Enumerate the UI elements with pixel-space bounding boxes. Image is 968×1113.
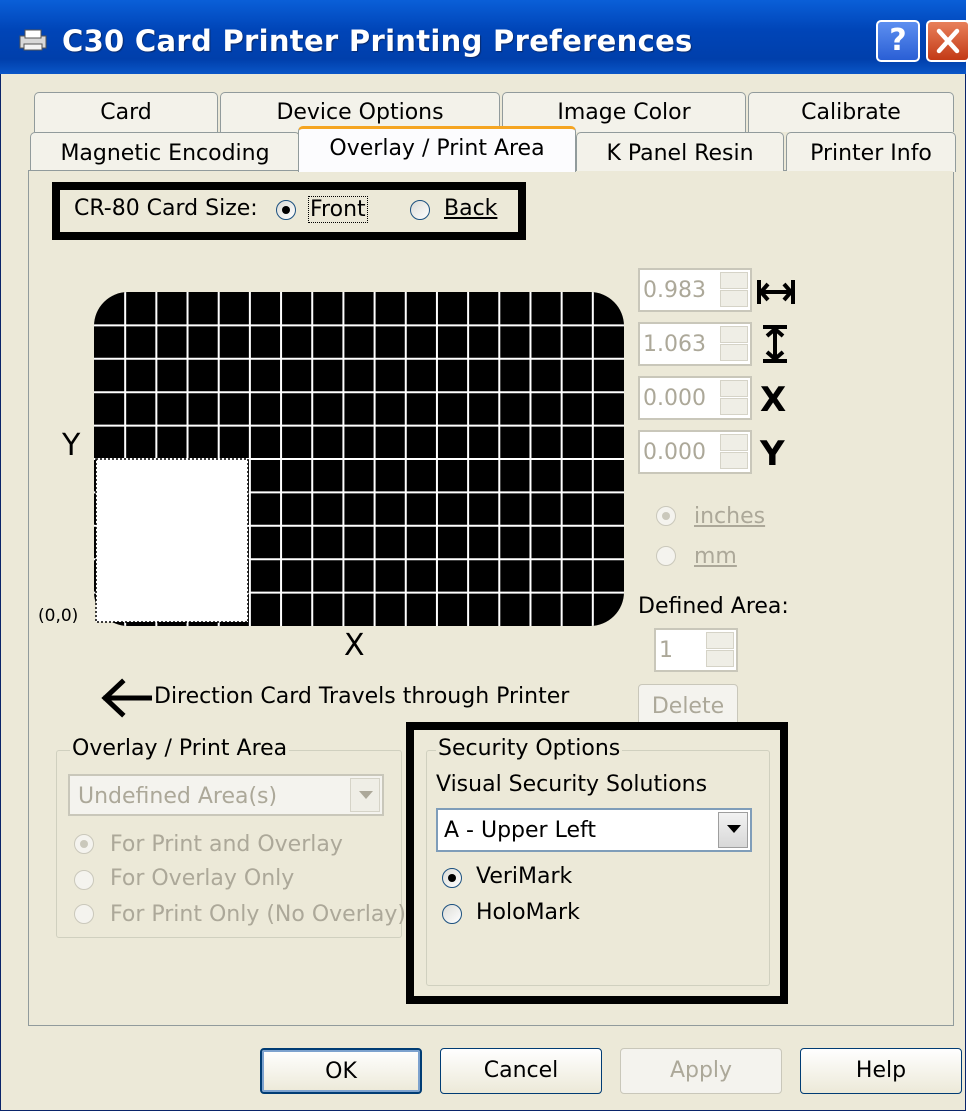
help-question-icon: ? [889,23,907,58]
width-spinner[interactable]: 0.983 [638,268,752,312]
horizontal-width-icon [757,280,795,304]
defined-area-up-arrow[interactable] [706,632,734,649]
y-spinner[interactable]: 0.000 [638,430,752,474]
front-label-text: Front [310,197,366,222]
security-group-legend: Security Options [436,736,623,761]
tab-card-label: Card [100,100,152,125]
tab-card[interactable]: Card [34,92,218,132]
inches-label[interactable]: inches [694,504,765,529]
x-up-arrow[interactable] [720,380,748,397]
y-value: 0.000 [643,440,706,465]
cancel-button[interactable]: Cancel [440,1048,602,1094]
x-down-arrow[interactable] [720,398,748,415]
chevron-down-icon[interactable] [718,812,748,848]
y-down-arrow[interactable] [720,452,748,469]
defined-area-down-arrow[interactable] [706,650,734,667]
x-coordinate-label: X [760,380,787,420]
holomark-label[interactable]: HoloMark [476,900,580,925]
y-up-arrow[interactable] [720,434,748,451]
width-down-arrow[interactable] [720,290,748,307]
tab-image-color-label: Image Color [557,100,691,125]
ok-button[interactable]: OK [260,1048,422,1094]
tab-device-options-label: Device Options [276,100,444,125]
tab-overlay-print-area[interactable]: Overlay / Print Area [298,126,576,172]
overlay-only-radio[interactable] [74,870,94,890]
height-down-arrow[interactable] [720,344,748,361]
title-help-button[interactable]: ? [876,20,920,62]
origin-label: (0,0) [38,606,79,626]
tab-k-panel-resin-label: K Panel Resin [606,141,754,166]
close-icon [936,28,960,54]
back-radio[interactable] [410,200,430,220]
direction-text: Direction Card Travels through Printer [154,684,570,709]
card-area-grid[interactable] [94,292,624,626]
width-value: 0.983 [643,278,706,303]
tab-magnetic-encoding-label: Magnetic Encoding [60,141,270,166]
front-radio-label[interactable]: Front [308,196,368,223]
cancel-button-label: Cancel [483,1058,559,1083]
tab-printer-info[interactable]: Printer Info [786,132,956,172]
security-position-combo[interactable]: A - Upper Left [436,808,752,852]
apply-button[interactable]: Apply [620,1048,782,1094]
defined-area-label: Defined Area: [638,594,789,619]
visual-security-label: Visual Security Solutions [436,772,708,797]
verimark-radio[interactable] [442,868,462,888]
chevron-down-icon[interactable] [350,778,380,812]
left-arrow-icon [101,678,152,718]
diagram-x-axis-label: X [344,628,365,663]
x-spinner[interactable]: 0.000 [638,376,752,420]
back-radio-label[interactable]: Back [444,196,497,221]
mm-radio[interactable] [656,546,676,566]
close-button[interactable] [926,20,968,62]
height-value: 1.063 [643,332,706,357]
print-only-radio[interactable] [74,904,94,924]
tab-calibrate-label: Calibrate [801,100,901,125]
width-up-arrow[interactable] [720,272,748,289]
verimark-label[interactable]: VeriMark [476,864,572,889]
overlay-area-combo[interactable]: Undefined Area(s) [68,774,384,816]
holomark-radio[interactable] [442,904,462,924]
overlay-area-combo-value: Undefined Area(s) [78,784,278,809]
window-title: C30 Card Printer Printing Preferences [62,24,693,58]
delete-button-label: Delete [651,694,725,719]
vertical-height-icon [763,325,787,363]
y-coordinate-label: Y [760,434,785,474]
tab-calibrate[interactable]: Calibrate [748,92,954,132]
defined-print-area[interactable] [95,458,249,623]
height-up-arrow[interactable] [720,326,748,343]
tab-overlay-print-area-label: Overlay / Print Area [329,136,545,161]
print-and-overlay-label[interactable]: For Print and Overlay [110,832,343,857]
card-size-label: CR-80 Card Size: [74,196,258,221]
overlay-only-label[interactable]: For Overlay Only [110,866,294,891]
help-button[interactable]: Help [800,1048,962,1094]
tab-k-panel-resin[interactable]: K Panel Resin [576,132,784,172]
ok-button-label: OK [325,1059,357,1084]
defined-area-spinner[interactable]: 1 [654,628,738,672]
front-radio[interactable] [276,200,296,220]
defined-area-value: 1 [659,638,673,663]
apply-button-label: Apply [669,1058,733,1083]
mm-label[interactable]: mm [694,544,737,569]
security-position-value: A - Upper Left [444,818,596,843]
help-button-label: Help [855,1058,907,1083]
x-value: 0.000 [643,386,706,411]
overlay-group-legend: Overlay / Print Area [70,736,290,761]
printer-icon [19,29,47,51]
print-and-overlay-radio[interactable] [74,834,94,854]
tab-printer-info-label: Printer Info [810,141,932,166]
inches-radio[interactable] [656,506,676,526]
diagram-y-axis-label: Y [62,428,81,463]
print-only-label[interactable]: For Print Only (No Overlay) [110,902,406,927]
height-spinner[interactable]: 1.063 [638,322,752,366]
tab-magnetic-encoding[interactable]: Magnetic Encoding [30,132,300,172]
